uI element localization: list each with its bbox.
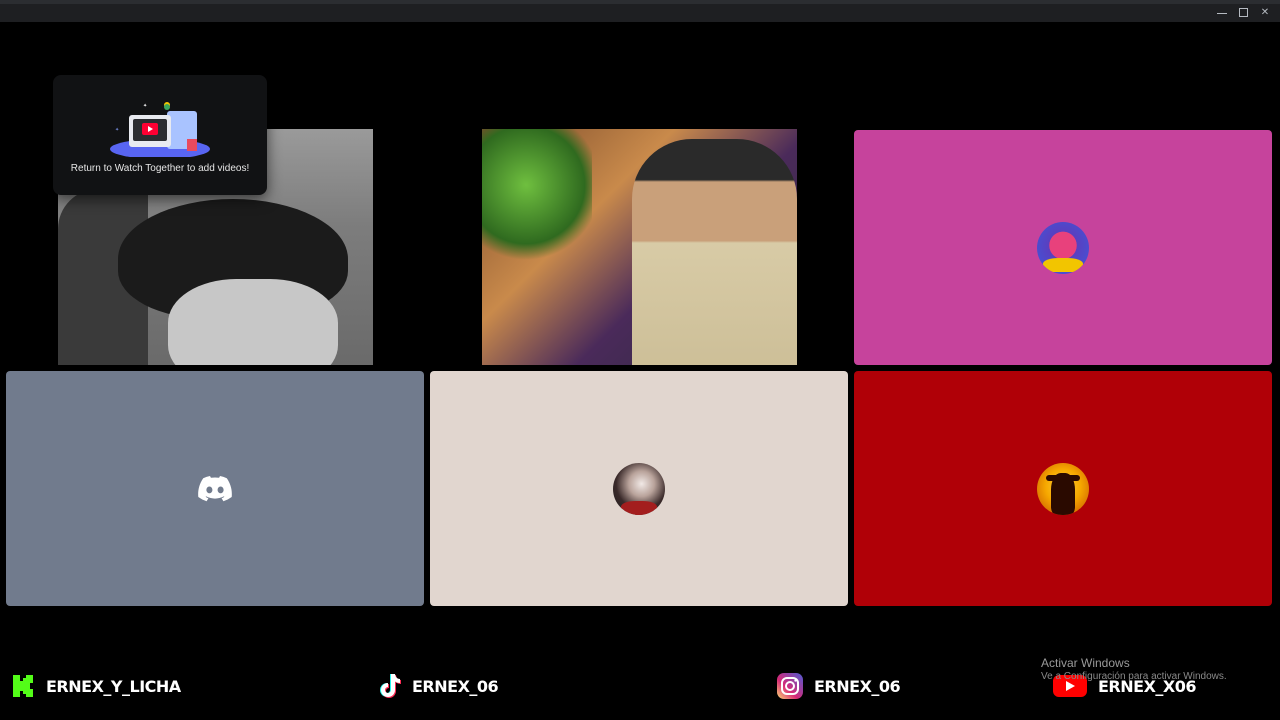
activation-subtitle: Ve a Configuración para activar Windows. [1041,671,1227,682]
watch-together-popup[interactable]: ✦ ✦ Return to Watch Together to add vide… [53,75,267,195]
avatar-hat [1046,474,1080,481]
user-avatar [1037,462,1089,515]
popup-message: Return to Watch Together to add videos! [70,163,250,174]
minimize-button[interactable] [1217,8,1227,14]
camera-feed-game-background [482,129,592,269]
camera-feed-person [632,139,797,365]
activation-title: Activar Windows [1041,656,1130,670]
watch-together-icon: ✦ ✦ [110,102,210,157]
tiktok-icon [380,674,401,698]
windows-activation-watermark: Activar Windows Ve a Configuración para … [1041,656,1227,684]
svg-text:✦: ✦ [115,127,119,133]
social-handle: ERNEX_06 [814,676,901,696]
svg-text:✦: ✦ [143,103,147,109]
avatar-detail [1043,257,1083,272]
video-tile-avatar-beige[interactable] [430,371,848,606]
discord-icon [198,475,232,501]
window-titlebar: ✕ [0,0,1280,22]
video-tile-discord[interactable] [6,371,424,606]
window-controls: ✕ [1217,8,1270,18]
social-tiktok: ERNEX_06 [378,671,499,701]
close-button[interactable]: ✕ [1260,8,1270,18]
social-handle: ERNEX_06 [412,676,499,696]
instagram-icon [777,673,803,699]
social-kick: ERNEX_Y_LICHA [12,671,181,701]
video-tile-avatar-red[interactable] [854,371,1272,606]
user-avatar [613,462,665,515]
avatar-detail [621,500,657,515]
video-tile-avatar-pink[interactable] [854,130,1272,365]
social-instagram: ERNEX_06 [776,671,901,701]
camera-feed-face [168,279,338,365]
kick-icon [13,675,33,697]
maximize-button[interactable] [1239,8,1248,17]
user-avatar [1037,221,1089,274]
social-handle: ERNEX_Y_LICHA [46,676,181,696]
video-tile-camera-2[interactable] [482,129,797,365]
